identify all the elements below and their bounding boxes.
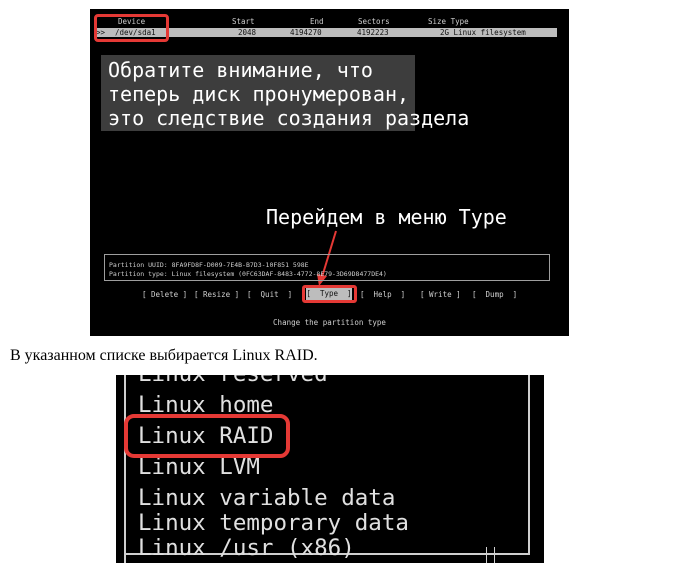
partition-type-info: Partition type: Linux filesystem (0FC63D… xyxy=(109,270,387,278)
type-item-linux-usr-x86[interactable]: Linux /usr (x86) xyxy=(138,533,355,563)
frame-tick xyxy=(494,547,495,563)
menu-quit-button[interactable]: [ Quit ] xyxy=(247,290,292,299)
menu-resize-button[interactable]: [ Resize ] xyxy=(194,290,239,299)
partition-uuid: Partition UUID: 8FA9FD8F-D009-7E4B-B7D3-… xyxy=(109,261,309,269)
type-item-linux-reserved[interactable]: Linux reserved xyxy=(138,375,328,389)
cfdisk-screenshot: Device Start End Sectors Size Type >> /d… xyxy=(90,9,569,336)
frame-tick xyxy=(486,547,487,563)
status-hint: Change the partition type xyxy=(273,318,386,327)
partition-type-list-screenshot: Linux reserved Linux home Linux RAID Lin… xyxy=(116,375,544,563)
partition-info-box: Partition UUID: 8FA9FD8F-D009-7E4B-B7D3-… xyxy=(104,254,550,281)
menu-dump-button[interactable]: [ Dump ] xyxy=(472,290,517,299)
menu-write-button[interactable]: [ Write ] xyxy=(420,290,461,299)
list-frame-right xyxy=(528,375,530,555)
menu-delete-button[interactable]: [ Delete ] xyxy=(142,290,187,299)
raid-highlight-frame xyxy=(124,414,290,458)
type-highlight-frame xyxy=(302,285,357,303)
list-frame-left xyxy=(124,375,126,563)
caption-text: В указанном списке выбирается Linux RAID… xyxy=(10,347,318,364)
menu-help-button[interactable]: [ Help ] xyxy=(360,290,405,299)
